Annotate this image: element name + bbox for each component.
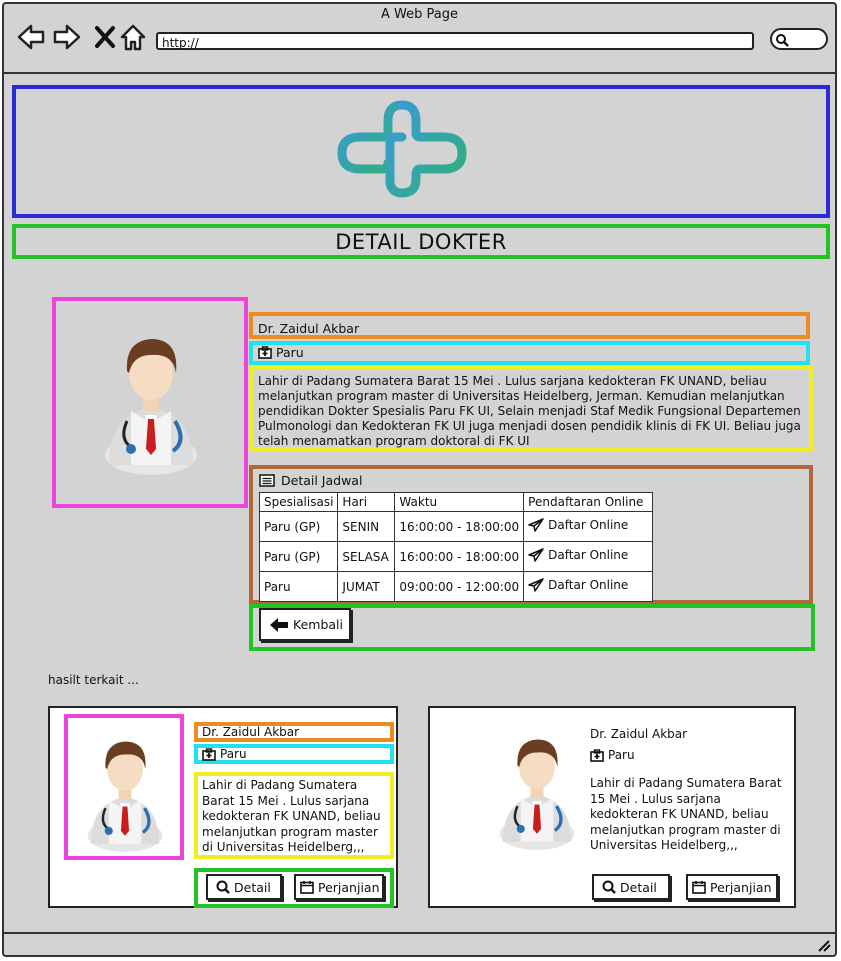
daftar-online-label: Daftar Online <box>548 578 629 592</box>
daftar-online-link[interactable]: Daftar Online <box>523 511 654 542</box>
perjanjian-button[interactable]: Perjanjian <box>686 874 778 900</box>
back-arrow-icon[interactable] <box>16 22 46 52</box>
schedule-heading: Detail Jadwal <box>281 473 363 488</box>
card-doctor-specialty: Paru <box>220 746 247 761</box>
arrow-left-icon <box>270 617 288 632</box>
search-icon <box>602 880 616 894</box>
card-doctor-bio: Lahir di Padang Sumatera Barat 15 Mei . … <box>202 778 381 854</box>
card-doctor-bio: Lahir di Padang Sumatera Barat 15 Mei . … <box>590 776 782 852</box>
medical-cross-logo-icon <box>337 100 467 198</box>
column-header-waktu: Waktu <box>394 492 525 512</box>
perjanjian-button[interactable]: Perjanjian <box>294 874 384 900</box>
card-name-box: Dr. Zaidul Akbar <box>194 722 394 742</box>
table-row: Paru JUMAT 09:00:00 - 12:00:00 Daftar On… <box>258 571 654 602</box>
column-header-spesialisasi: Spesialisasi <box>258 492 339 512</box>
detail-button-label: Detail <box>620 879 657 895</box>
send-icon <box>528 578 544 592</box>
list-icon <box>259 474 275 487</box>
schedule-panel: Detail Jadwal Spesialisasi Hari Waktu Pe… <box>249 465 813 604</box>
back-button-label: Kembali <box>293 617 343 632</box>
card-doctor-name: Dr. Zaidul Akbar <box>202 725 300 739</box>
cell-waktu: 16:00:00 - 18:00:00 <box>394 511 525 542</box>
cell-waktu: 09:00:00 - 12:00:00 <box>394 571 525 602</box>
daftar-online-label: Daftar Online <box>548 518 629 532</box>
medical-kit-icon <box>590 749 604 762</box>
page-title: DETAIL DOKTER <box>335 229 507 254</box>
card-doctor-specialty: Paru <box>608 748 635 762</box>
cell-spesialisasi: Paru (GP) <box>258 541 339 572</box>
back-button[interactable]: Kembali <box>259 608 351 641</box>
medical-kit-icon <box>258 346 272 359</box>
resize-grip-icon[interactable] <box>815 940 831 952</box>
card-bio-box: Lahir di Padang Sumatera Barat 15 Mei . … <box>194 772 394 859</box>
doctor-bio: Lahir di Padang Sumatera Barat 15 Mei . … <box>258 374 801 448</box>
calendar-icon <box>300 881 314 894</box>
related-heading: hasilt terkait ... <box>48 673 139 687</box>
window-title: A Web Page <box>381 7 458 22</box>
browser-window: A Web Page http:// DETAIL DOKTER Dr. Zai… <box>2 2 837 957</box>
schedule-heading-row: Detail Jadwal <box>259 473 362 488</box>
doctor-avatar-icon <box>101 315 201 475</box>
daftar-online-label: Daftar Online <box>548 548 629 562</box>
related-doctor-card: Dr. Zaidul Akbar Paru Lahir di Padang Su… <box>428 706 796 908</box>
related-doctor-card: Dr. Zaidul Akbar Paru Lahir di Padang Su… <box>48 706 398 908</box>
browser-toolbar: A Web Page http:// <box>4 4 835 74</box>
url-input[interactable]: http:// <box>156 32 754 50</box>
forward-arrow-icon[interactable] <box>52 22 82 52</box>
daftar-online-link[interactable]: Daftar Online <box>523 571 654 602</box>
cell-waktu: 16:00:00 - 18:00:00 <box>394 541 525 572</box>
card-doctor-name: Dr. Zaidul Akbar <box>590 727 688 741</box>
cell-spesialisasi: Paru <box>258 571 339 602</box>
header-logo-area <box>12 85 830 218</box>
medical-kit-icon <box>202 747 216 761</box>
cell-hari: JUMAT <box>337 571 396 602</box>
schedule-table: Spesialisasi Hari Waktu Pendaftaran Onli… <box>258 492 654 602</box>
perjanjian-button-label: Perjanjian <box>318 879 380 895</box>
send-icon <box>528 548 544 562</box>
detail-button-label: Detail <box>234 879 271 895</box>
search-icon <box>776 34 789 47</box>
close-x-icon[interactable] <box>90 22 120 52</box>
cell-hari: SENIN <box>337 511 396 542</box>
card-photo <box>64 714 184 860</box>
doctor-specialty: Paru <box>276 345 304 360</box>
cell-hari: SELASA <box>337 541 396 572</box>
detail-button[interactable]: Detail <box>592 874 670 900</box>
calendar-icon <box>692 881 706 894</box>
perjanjian-button-label: Perjanjian <box>710 879 772 895</box>
home-icon[interactable] <box>118 22 148 52</box>
page-title-bar: DETAIL DOKTER <box>12 224 830 259</box>
detail-button[interactable]: Detail <box>206 874 282 900</box>
search-icon <box>216 880 230 894</box>
doctor-name-box: Dr. Zaidul Akbar <box>249 312 810 339</box>
table-row: Paru (GP) SENIN 16:00:00 - 18:00:00 Daft… <box>258 511 654 542</box>
doctor-photo <box>52 297 248 508</box>
column-header-pendaftaran: Pendaftaran Online <box>523 492 654 512</box>
doctor-bio-box: Lahir di Padang Sumatera Barat 15 Mei . … <box>249 366 813 451</box>
table-row: Paru (GP) SELASA 16:00:00 - 18:00:00 Daf… <box>258 541 654 572</box>
doctor-avatar-icon <box>80 722 170 852</box>
send-icon <box>528 518 544 532</box>
doctor-avatar-icon <box>492 720 582 850</box>
card-specialty-row: Paru <box>590 748 635 763</box>
doctor-name: Dr. Zaidul Akbar <box>258 321 360 336</box>
cell-spesialisasi: Paru (GP) <box>258 511 339 542</box>
column-header-hari: Hari <box>337 492 396 512</box>
browser-status-bar <box>4 932 835 957</box>
daftar-online-link[interactable]: Daftar Online <box>523 541 654 572</box>
doctor-specialty-box: Paru <box>249 341 810 365</box>
card-specialty-box: Paru <box>194 744 394 764</box>
browser-search-box[interactable] <box>770 28 828 50</box>
